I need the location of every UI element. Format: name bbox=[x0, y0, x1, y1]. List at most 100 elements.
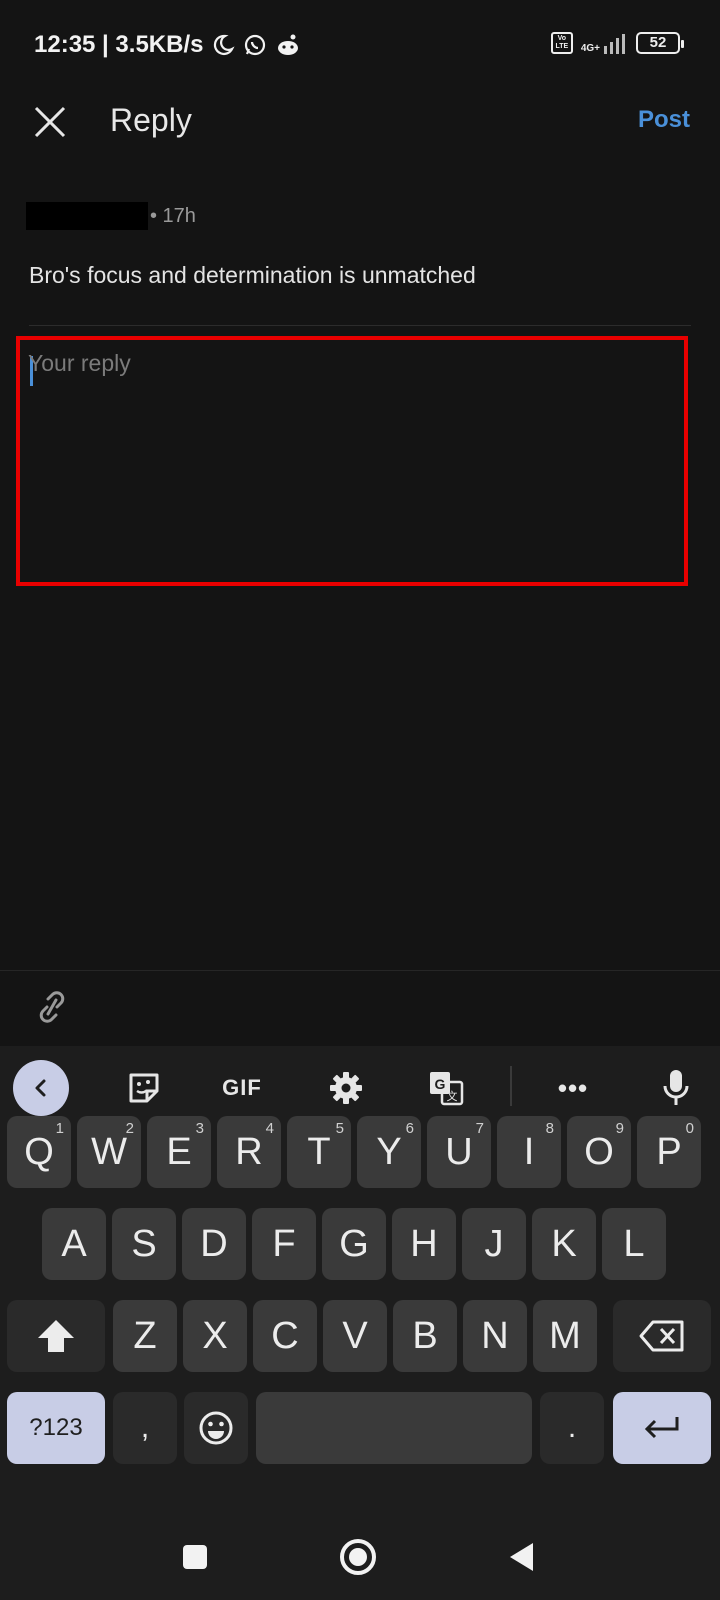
space-key[interactable] bbox=[256, 1392, 532, 1464]
page-title: Reply bbox=[110, 102, 192, 138]
key-m[interactable]: M bbox=[533, 1300, 597, 1372]
comment-meta: • 17h bbox=[26, 202, 196, 230]
key-label: P bbox=[656, 1130, 682, 1173]
microphone-icon bbox=[663, 1070, 689, 1105]
key-d[interactable]: D bbox=[182, 1208, 246, 1280]
comment-time: • 17h bbox=[150, 204, 196, 227]
symbols-key[interactable]: ?123 bbox=[7, 1392, 105, 1464]
key-p[interactable]: P0 bbox=[637, 1116, 701, 1188]
emoji-icon bbox=[199, 1411, 233, 1445]
enter-icon bbox=[644, 1417, 679, 1439]
key-v[interactable]: V bbox=[323, 1300, 387, 1372]
more-options-button[interactable]: ••• bbox=[545, 1060, 601, 1116]
divider bbox=[29, 325, 691, 326]
key-label: Y bbox=[376, 1130, 402, 1173]
key-label: E bbox=[166, 1130, 192, 1173]
key-e[interactable]: E3 bbox=[147, 1116, 211, 1188]
key-label: G bbox=[339, 1222, 369, 1265]
voice-input-button[interactable] bbox=[648, 1060, 704, 1116]
key-hint: 8 bbox=[545, 1120, 554, 1137]
status-left: 12:35 | 3.5KB/s bbox=[34, 31, 301, 59]
key-label: X bbox=[202, 1314, 228, 1357]
key-r[interactable]: R4 bbox=[217, 1116, 281, 1188]
reply-input[interactable] bbox=[28, 350, 668, 570]
key-label: N bbox=[481, 1314, 509, 1357]
key-f[interactable]: F bbox=[252, 1208, 316, 1280]
key-hint: 7 bbox=[475, 1120, 484, 1137]
gif-button[interactable]: GIF bbox=[214, 1060, 270, 1116]
divider bbox=[0, 970, 720, 971]
key-label: M bbox=[549, 1314, 581, 1357]
reddit-icon bbox=[275, 33, 301, 57]
key-hint: 5 bbox=[335, 1120, 344, 1137]
recents-button[interactable] bbox=[170, 1532, 220, 1582]
enter-key[interactable] bbox=[613, 1392, 711, 1464]
link-icon bbox=[39, 991, 65, 1023]
circle-icon bbox=[340, 1539, 376, 1575]
network-type: 4G+ bbox=[580, 43, 600, 54]
signal-bars-icon bbox=[604, 34, 625, 54]
insert-link-button[interactable] bbox=[32, 984, 72, 1030]
emoji-key[interactable] bbox=[184, 1392, 248, 1464]
key-hint: 2 bbox=[125, 1120, 134, 1137]
key-b[interactable]: B bbox=[393, 1300, 457, 1372]
key-l[interactable]: L bbox=[602, 1208, 666, 1280]
key-k[interactable]: K bbox=[532, 1208, 596, 1280]
close-button[interactable] bbox=[28, 100, 72, 144]
key-hint: 4 bbox=[265, 1120, 274, 1137]
key-label: B bbox=[412, 1314, 438, 1357]
key-h[interactable]: H bbox=[392, 1208, 456, 1280]
key-hint: 6 bbox=[405, 1120, 414, 1137]
comma-key[interactable]: , bbox=[113, 1392, 177, 1464]
svg-text:G: G bbox=[435, 1076, 446, 1092]
gif-label: GIF bbox=[222, 1075, 262, 1100]
system-navigation-bar bbox=[0, 1510, 720, 1600]
backspace-icon bbox=[639, 1320, 684, 1352]
sticker-button[interactable] bbox=[116, 1060, 172, 1116]
key-a[interactable]: A bbox=[42, 1208, 106, 1280]
gear-icon bbox=[330, 1072, 362, 1104]
key-x[interactable]: X bbox=[183, 1300, 247, 1372]
key-w[interactable]: W2 bbox=[77, 1116, 141, 1188]
redacted-username bbox=[26, 202, 148, 230]
status-bar: 12:35 | 3.5KB/s Vo LTE 4G+ 52 bbox=[0, 0, 720, 90]
key-t[interactable]: T5 bbox=[287, 1116, 351, 1188]
back-button[interactable] bbox=[497, 1532, 547, 1582]
backspace-key[interactable] bbox=[613, 1300, 711, 1372]
key-label: C bbox=[271, 1314, 299, 1357]
triangle-back-icon bbox=[510, 1543, 533, 1571]
key-z[interactable]: Z bbox=[113, 1300, 177, 1372]
battery-icon: 52 bbox=[636, 32, 684, 54]
key-j[interactable]: J bbox=[462, 1208, 526, 1280]
key-label: Q bbox=[24, 1130, 54, 1173]
key-c[interactable]: C bbox=[253, 1300, 317, 1372]
period-key[interactable]: . bbox=[540, 1392, 604, 1464]
key-label: S bbox=[131, 1222, 157, 1265]
key-s[interactable]: S bbox=[112, 1208, 176, 1280]
shift-key[interactable] bbox=[7, 1300, 105, 1372]
key-g[interactable]: G bbox=[322, 1208, 386, 1280]
whatsapp-icon bbox=[243, 33, 267, 57]
shift-icon bbox=[38, 1320, 74, 1352]
key-hint: 1 bbox=[55, 1120, 64, 1137]
key-y[interactable]: Y6 bbox=[357, 1116, 421, 1188]
key-u[interactable]: U7 bbox=[427, 1116, 491, 1188]
key-o[interactable]: O9 bbox=[567, 1116, 631, 1188]
key-i[interactable]: I8 bbox=[497, 1116, 561, 1188]
svg-text:文: 文 bbox=[447, 1089, 458, 1103]
close-icon bbox=[34, 106, 66, 138]
volte-icon: Vo LTE bbox=[550, 32, 573, 54]
translate-button[interactable]: G文 bbox=[418, 1060, 474, 1116]
key-hint: 9 bbox=[615, 1120, 624, 1137]
post-button[interactable]: Post bbox=[638, 106, 690, 134]
key-label: K bbox=[551, 1222, 577, 1265]
key-n[interactable]: N bbox=[463, 1300, 527, 1372]
settings-button[interactable] bbox=[318, 1060, 374, 1116]
key-q[interactable]: Q1 bbox=[7, 1116, 71, 1188]
home-button[interactable] bbox=[333, 1532, 383, 1582]
keyboard-collapse-button[interactable] bbox=[13, 1060, 69, 1116]
status-time-speed: 12:35 | 3.5KB/s bbox=[34, 31, 204, 58]
key-label: W bbox=[91, 1130, 127, 1173]
more-icon: ••• bbox=[557, 1072, 589, 1103]
square-icon bbox=[183, 1545, 207, 1569]
